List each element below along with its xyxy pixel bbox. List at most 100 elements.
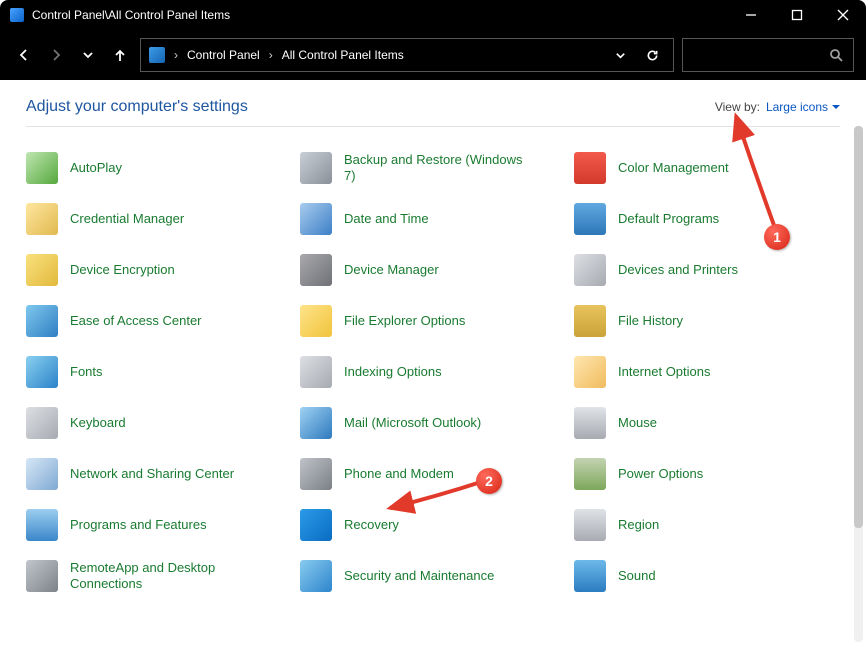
cp-item-label: Power Options <box>618 466 703 482</box>
cp-item-explorer[interactable]: File Explorer Options <box>300 304 566 338</box>
cp-item-devicemgr[interactable]: Device Manager <box>300 253 566 287</box>
cp-item-label: Programs and Features <box>70 517 207 533</box>
cp-item-encryption[interactable]: Device Encryption <box>26 253 292 287</box>
cp-item-label: Keyboard <box>70 415 126 431</box>
scrollbar[interactable] <box>854 126 863 642</box>
cp-item-power[interactable]: Power Options <box>574 457 840 491</box>
cp-item-label: Phone and Modem <box>344 466 454 482</box>
breadcrumb-seg-0[interactable]: Control Panel <box>187 48 260 62</box>
cp-item-label: Security and Maintenance <box>344 568 494 584</box>
cp-item-label: Internet Options <box>618 364 711 380</box>
back-button[interactable] <box>12 40 36 70</box>
cp-item-sound[interactable]: Sound <box>574 559 840 593</box>
cp-item-indexing[interactable]: Indexing Options <box>300 355 566 389</box>
breadcrumb-seg-1[interactable]: All Control Panel Items <box>282 48 404 62</box>
cp-item-label: Mail (Microsoft Outlook) <box>344 415 481 431</box>
backup-icon <box>300 152 332 184</box>
internet-icon <box>574 356 606 388</box>
sound-icon <box>574 560 606 592</box>
devicemgr-icon <box>300 254 332 286</box>
up-button[interactable] <box>108 40 132 70</box>
divider <box>26 126 840 127</box>
forward-button[interactable] <box>44 40 68 70</box>
view-by: View by: Large icons <box>715 100 840 114</box>
items-grid: AutoPlay Backup and Restore (Windows 7) Co… <box>26 151 840 593</box>
cp-item-mail[interactable]: Mail (Microsoft Outlook) <box>300 406 566 440</box>
datetime-icon <box>300 203 332 235</box>
explorer-icon <box>300 305 332 337</box>
view-by-value: Large icons <box>766 100 828 114</box>
cp-item-label: Recovery <box>344 517 399 533</box>
minimize-button[interactable] <box>728 0 774 30</box>
defaults-icon <box>574 203 606 235</box>
cp-item-credential[interactable]: Credential Manager <box>26 202 292 236</box>
cp-item-filehistory[interactable]: File History <box>574 304 840 338</box>
network-icon <box>26 458 58 490</box>
mouse-icon <box>574 407 606 439</box>
cp-item-backup[interactable]: Backup and Restore (Windows 7) <box>300 151 566 185</box>
filehistory-icon <box>574 305 606 337</box>
search-icon <box>829 48 843 62</box>
view-by-dropdown[interactable]: Large icons <box>766 100 840 114</box>
cp-item-label: AutoPlay <box>70 160 122 176</box>
window-buttons <box>728 0 866 30</box>
cp-item-label: File History <box>618 313 683 329</box>
cp-item-label: Devices and Printers <box>618 262 738 278</box>
navbar: › Control Panel › All Control Panel Item… <box>0 30 866 80</box>
cp-item-label: Color Management <box>618 160 729 176</box>
cp-item-remote[interactable]: RemoteApp and Desktop Connections <box>26 559 292 593</box>
cp-item-label: Network and Sharing Center <box>70 466 234 482</box>
autoplay-icon <box>26 152 58 184</box>
programs-icon <box>26 509 58 541</box>
cp-item-accessibility[interactable]: Ease of Access Center <box>26 304 292 338</box>
cp-item-datetime[interactable]: Date and Time <box>300 202 566 236</box>
address-dropdown[interactable] <box>607 49 633 62</box>
keyboard-icon <box>26 407 58 439</box>
recovery-icon <box>300 509 332 541</box>
cp-item-security[interactable]: Security and Maintenance <box>300 559 566 593</box>
search-input[interactable] <box>682 38 854 72</box>
chevron-right-icon: › <box>171 48 181 62</box>
recent-dropdown[interactable] <box>76 40 100 70</box>
cp-item-network[interactable]: Network and Sharing Center <box>26 457 292 491</box>
cp-item-label: RemoteApp and Desktop Connections <box>70 560 250 591</box>
remote-icon <box>26 560 58 592</box>
page-title: Adjust your computer's settings <box>26 98 248 116</box>
printers-icon <box>574 254 606 286</box>
cp-item-label: Device Manager <box>344 262 439 278</box>
scrollbar-thumb[interactable] <box>854 126 863 528</box>
location-icon <box>149 47 165 63</box>
credential-icon <box>26 203 58 235</box>
cp-item-mouse[interactable]: Mouse <box>574 406 840 440</box>
cp-item-defaults[interactable]: Default Programs <box>574 202 840 236</box>
phone-icon <box>300 458 332 490</box>
chevron-right-icon: › <box>266 48 276 62</box>
refresh-button[interactable] <box>639 49 665 62</box>
cp-item-label: Device Encryption <box>70 262 175 278</box>
cp-item-recovery[interactable]: Recovery <box>300 508 566 542</box>
cp-item-color[interactable]: Color Management <box>574 151 840 185</box>
maximize-button[interactable] <box>774 0 820 30</box>
titlebar: Control Panel\All Control Panel Items <box>0 0 866 30</box>
chevron-down-icon <box>832 103 840 111</box>
cp-item-region[interactable]: Region <box>574 508 840 542</box>
address-bar[interactable]: › Control Panel › All Control Panel Item… <box>140 38 674 72</box>
cp-item-label: Indexing Options <box>344 364 442 380</box>
cp-item-label: Default Programs <box>618 211 719 227</box>
cp-item-phone[interactable]: Phone and Modem <box>300 457 566 491</box>
mail-icon <box>300 407 332 439</box>
window-app-icon <box>10 8 24 22</box>
cp-item-programs[interactable]: Programs and Features <box>26 508 292 542</box>
cp-item-printers[interactable]: Devices and Printers <box>574 253 840 287</box>
cp-item-internet[interactable]: Internet Options <box>574 355 840 389</box>
cp-item-label: Fonts <box>70 364 103 380</box>
region-icon <box>574 509 606 541</box>
cp-item-keyboard[interactable]: Keyboard <box>26 406 292 440</box>
cp-item-label: Region <box>618 517 659 533</box>
cp-item-fonts[interactable]: Fonts <box>26 355 292 389</box>
cp-item-label: Sound <box>618 568 656 584</box>
close-button[interactable] <box>820 0 866 30</box>
cp-item-autoplay[interactable]: AutoPlay <box>26 151 292 185</box>
cp-item-label: Credential Manager <box>70 211 184 227</box>
accessibility-icon <box>26 305 58 337</box>
